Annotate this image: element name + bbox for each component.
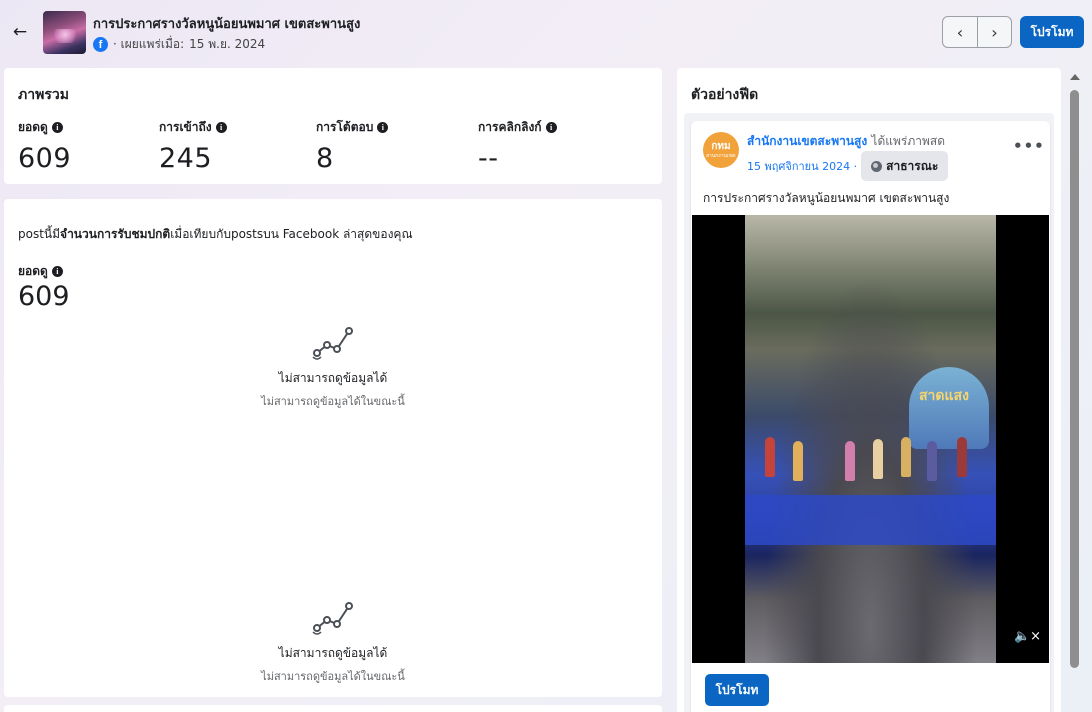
no-data-title: ไม่สามารถดูข้อมูลได้ xyxy=(278,371,388,385)
privacy-label: สาธารณะ xyxy=(886,158,939,173)
post-meta: 15 พฤศจิกายน 2024 · สาธารณะ xyxy=(747,151,949,181)
metric-value: -- xyxy=(478,143,499,174)
no-data-title: ไม่สามารถดูข้อมูลได้ xyxy=(278,646,388,660)
video-frame: สาดแสง xyxy=(745,215,996,663)
no-data-placeholder: ไม่สามารถดูข้อมูลได้ ไม่สามารถดูข้อมูลได… xyxy=(183,598,483,685)
metric-value: 609 xyxy=(18,143,72,174)
avatar-logo-subtext: สำนักงานเขตสะพานสูง xyxy=(706,153,736,159)
volume-muted-icon[interactable]: 🔈× xyxy=(1014,629,1041,644)
metric-value: 8 xyxy=(316,143,334,174)
next-card-edge xyxy=(4,705,662,712)
post-preview: กทม สำนักงานเขตสะพานสูง สำนักงานเขตสะพาน… xyxy=(691,121,1050,712)
no-data-subtitle: ไม่สามารถดูข้อมูลได้ในขณะนี้ xyxy=(261,670,405,683)
promote-button[interactable]: โปรโมท xyxy=(1020,16,1084,48)
back-arrow-icon[interactable]: ← xyxy=(10,22,30,42)
comparison-suffix: เมื่อเทียบกับpostsบน Facebook ล่าสุดของค… xyxy=(170,227,413,241)
metric-value: 245 xyxy=(159,143,213,174)
avatar-logo-text: กทม xyxy=(711,140,731,152)
shared-text: ได้แพร่ภาพสด xyxy=(871,134,946,148)
comparison-highlight: จำนวนการรับชมปกติ xyxy=(60,227,171,241)
chevron-right-icon: › xyxy=(991,22,998,42)
page-name-link[interactable]: สำนักงานเขตสะพานสูง xyxy=(747,134,867,148)
chart-trend-icon xyxy=(312,327,353,360)
next-post-button[interactable]: › xyxy=(976,17,1011,47)
post-date[interactable]: 15 พฤศจิกายน 2024 · xyxy=(747,157,857,175)
feed-preview-panel: ตัวอย่างฟีด กทม สำนักงานเขตสะพานสูง สำนั… xyxy=(677,68,1061,712)
metric-label: การเข้าถึง xyxy=(159,120,212,134)
info-icon[interactable]: i xyxy=(215,122,227,133)
metric-label: ยอดดู xyxy=(18,120,48,134)
metric-link-clicks: การคลิกลิงก์ i -- xyxy=(478,118,557,174)
published-info: f · เผยแพร่เมื่อ: 15 พ.ย. 2024 xyxy=(93,35,265,54)
info-icon[interactable]: i xyxy=(51,266,63,277)
page-avatar[interactable]: กทม สำนักงานเขตสะพานสูง xyxy=(703,132,739,168)
performer xyxy=(765,437,775,477)
scroll-thumb[interactable] xyxy=(1070,90,1079,668)
chart-trend-icon xyxy=(312,602,353,635)
promote-post-button[interactable]: โปรโมท xyxy=(705,674,769,706)
metric-views: ยอดดู i 609 xyxy=(18,118,71,174)
comparison-prefix: postนี้มี xyxy=(18,227,61,241)
views-label: ยอดดู i xyxy=(18,262,63,281)
post-title: การประกาศรางวัลหนูน้อยนพมาศ เขตสะพานสูง xyxy=(93,17,361,32)
stage-floor xyxy=(745,495,996,545)
more-options-icon[interactable]: ••• xyxy=(1013,137,1045,155)
page-name-line: สำนักงานเขตสะพานสูง ได้แพร่ภาพสด xyxy=(747,132,945,151)
info-icon[interactable]: i xyxy=(51,122,63,133)
overview-title: ภาพรวม xyxy=(18,87,69,103)
globe-icon xyxy=(871,160,883,172)
performer xyxy=(793,441,803,481)
views-detail-card: postนี้มีจำนวนการรับชมปกติเมื่อเทียบกับp… xyxy=(4,199,662,697)
chevron-left-icon: ‹ xyxy=(956,22,964,42)
video-player[interactable]: สาดแสง 🔈× xyxy=(692,215,1049,663)
stage-sign-text: สาดแสง xyxy=(919,388,969,404)
no-data-placeholder: ไม่สามารถดูข้อมูลได้ ไม่สามารถดูข้อมูลได… xyxy=(183,323,483,410)
feed-preview-title: ตัวอย่างฟีด xyxy=(691,87,759,103)
views-value: 609 xyxy=(18,281,70,312)
stage-sign: สาดแสง xyxy=(909,367,989,449)
performer xyxy=(957,437,967,477)
preview-scrollbar[interactable] xyxy=(1067,70,1081,712)
metric-engagement: การโต้ตอบ i 8 xyxy=(316,118,389,174)
published-date: 15 พ.ย. 2024 xyxy=(189,37,266,51)
info-icon[interactable]: i xyxy=(377,122,389,133)
performer xyxy=(901,437,911,477)
metric-label: การคลิกลิงก์ xyxy=(478,120,542,134)
views-label-text: ยอดดู xyxy=(18,264,48,278)
scroll-up-arrow-icon[interactable] xyxy=(1070,74,1080,80)
previous-post-button[interactable]: ‹ xyxy=(943,17,977,47)
facebook-icon: f xyxy=(93,37,108,52)
page-header: ← การประกาศรางวัลหนูน้อยนพมาศ เขตสะพานสู… xyxy=(0,0,1092,64)
info-icon[interactable]: i xyxy=(545,122,557,133)
comparison-text: postนี้มีจำนวนการรับชมปกติเมื่อเทียบกับp… xyxy=(18,225,413,244)
performer xyxy=(927,441,937,481)
performer xyxy=(873,439,883,479)
no-data-subtitle: ไม่สามารถดูข้อมูลได้ในขณะนี้ xyxy=(261,395,405,408)
performer xyxy=(845,441,855,481)
metric-reach: การเข้าถึง i 245 xyxy=(159,118,227,174)
post-navigation: ‹ › xyxy=(942,16,1012,48)
published-prefix: · เผยแพร่เมื่อ: xyxy=(113,37,185,51)
privacy-chip[interactable]: สาธารณะ xyxy=(861,151,949,181)
post-caption: การประกาศรางวัลหนูน้อยนพมาศ เขตสะพานสูง xyxy=(703,191,950,205)
metric-label: การโต้ตอบ xyxy=(316,120,374,134)
overview-card: ภาพรวม ยอดดู i 609 การเข้าถึง i 245 การโต้… xyxy=(4,68,662,184)
post-thumbnail xyxy=(43,11,86,54)
